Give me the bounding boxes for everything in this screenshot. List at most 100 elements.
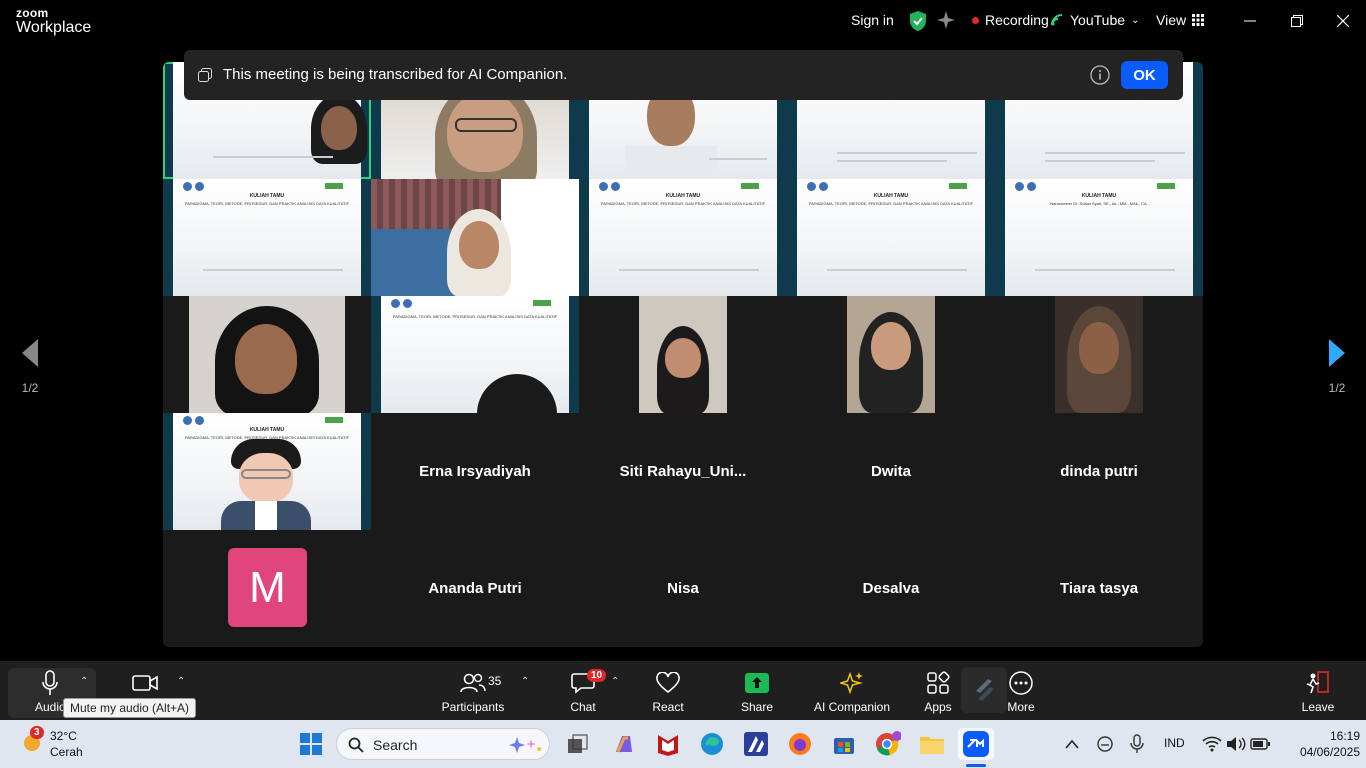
chat-button[interactable]: Chat: [538, 668, 628, 714]
recording-dot-icon: [972, 16, 979, 24]
copy-icon: [198, 68, 212, 82]
view-label: View: [1156, 12, 1187, 28]
keyboard-language[interactable]: IND: [1164, 736, 1185, 750]
participant-tile[interactable]: Siti Rahayu_Uni...: [579, 413, 787, 530]
participants-count: 35: [488, 674, 502, 688]
video-gallery: KULIAH TAMU PARADIGMA, TEORI, METODE, PR…: [163, 62, 1203, 647]
leave-button[interactable]: Leave: [1273, 668, 1363, 714]
previous-page-button[interactable]: 1/2: [10, 338, 50, 395]
logo-bottom-text: Workplace: [16, 19, 92, 36]
slide-title: KULIAH TAMU: [1081, 193, 1117, 199]
participant-tile[interactable]: Ananda Putri: [371, 530, 579, 647]
chat-label: Chat: [570, 700, 596, 714]
chevron-down-icon: ⌄: [1131, 14, 1140, 26]
autocad-icon[interactable]: [742, 730, 770, 758]
weather-temp: 32°C: [50, 729, 77, 743]
microphone-tray-icon[interactable]: [1123, 730, 1151, 758]
mcafee-icon[interactable]: [654, 730, 682, 758]
restore-icon[interactable]: [1285, 10, 1309, 32]
participant-tile[interactable]: KULIAH TAMU PARADIGMA, TEORI, METODE, PR…: [787, 179, 995, 296]
video-options-chevron-icon[interactable]: ⌃: [177, 676, 185, 687]
participant-name: Erna Irsyadiyah: [419, 463, 531, 480]
participant-tile[interactable]: [787, 296, 995, 413]
system-clock[interactable]: 16:19 04/06/2025: [1300, 728, 1360, 760]
network-status-icon[interactable]: [1091, 730, 1119, 758]
participant-tile[interactable]: dinda putri: [995, 413, 1203, 530]
youtube-stream-button[interactable]: YouTube ⌄: [1050, 12, 1139, 28]
participant-tile[interactable]: KULIAH TAMU PARADIGMA, TEORI, METODE, PR…: [579, 179, 787, 296]
participant-tile[interactable]: Dwita: [787, 413, 995, 530]
security-shield-icon[interactable]: [908, 10, 928, 32]
sign-in-link[interactable]: Sign in: [851, 12, 894, 28]
chevron-up-icon[interactable]: [1058, 730, 1086, 758]
heart-icon: [656, 672, 680, 694]
share-screen-icon: [745, 673, 769, 693]
taskbar-search[interactable]: Search: [336, 728, 550, 760]
file-explorer-icon[interactable]: [918, 730, 946, 758]
more-icon: [1009, 671, 1033, 695]
participant-tile[interactable]: [163, 296, 371, 413]
ai-sparkle-icon[interactable]: [936, 10, 956, 30]
task-view-icon[interactable]: [564, 730, 592, 758]
share-label: Share: [740, 700, 774, 714]
participant-tile[interactable]: Tiara tasya: [995, 530, 1203, 647]
copilot-icon[interactable]: [610, 730, 638, 758]
zoom-window: zoom Workplace Sign in Recording YouTube…: [0, 0, 1366, 768]
youtube-label: YouTube: [1070, 12, 1126, 28]
avatar: M: [228, 548, 307, 627]
ai-sparkle-icon: [840, 671, 863, 695]
slide-title: KULIAH TAMU: [873, 193, 909, 199]
firefox-icon[interactable]: [786, 730, 814, 758]
close-icon[interactable]: [1331, 10, 1355, 32]
slide-title: KULIAH TAMU: [249, 427, 285, 433]
participant-tile[interactable]: [371, 179, 579, 296]
ai-companion-label: AI Companion: [813, 700, 891, 714]
chat-options-chevron-icon[interactable]: ⌃: [611, 676, 619, 687]
avatar: [221, 439, 311, 530]
leave-label: Leave: [1301, 700, 1335, 714]
participant-tile[interactable]: KULIAH TAMU PARADIGMA, TEORI, METODE, PR…: [163, 179, 371, 296]
info-icon[interactable]: [1090, 65, 1110, 85]
participant-tile[interactable]: Erna Irsyadiyah: [371, 413, 579, 530]
participant-tile[interactable]: M: [163, 530, 371, 647]
slide-subtitle: PARADIGMA, TEORI, METODE, PROSEDUR, DAN …: [808, 201, 974, 206]
leave-icon: [1306, 671, 1329, 694]
participants-button[interactable]: Participants: [428, 668, 518, 714]
participants-options-chevron-icon[interactable]: ⌃: [521, 676, 529, 687]
edge-browser-icon[interactable]: [698, 730, 726, 758]
participant-tile[interactable]: Nisa: [579, 530, 787, 647]
participant-tile[interactable]: PARADIGMA, TEORI, METODE, PROSEDUR, DAN …: [371, 296, 579, 413]
more-label: More: [1007, 700, 1035, 714]
video-camera-icon: [132, 675, 158, 691]
participant-tile[interactable]: Desalva: [787, 530, 995, 647]
recording-indicator[interactable]: Recording: [972, 12, 1049, 28]
share-button[interactable]: Share: [712, 668, 802, 714]
ai-companion-button[interactable]: AI Companion: [807, 668, 897, 714]
ok-button[interactable]: OK: [1121, 61, 1168, 89]
sign-in-label: Sign in: [851, 12, 894, 28]
zoom-taskbar-icon[interactable]: [958, 728, 994, 760]
windows-start-icon[interactable]: [297, 730, 325, 758]
battery-icon[interactable]: [1246, 730, 1274, 758]
participant-tile[interactable]: KULIAH TAMU Narasumber Dr. Sultan Syah, …: [995, 179, 1203, 296]
participant-name: Dwita: [870, 463, 911, 480]
participant-tile[interactable]: [579, 296, 787, 413]
search-placeholder: Search: [373, 737, 418, 753]
microsoft-store-icon[interactable]: [830, 730, 858, 758]
active-app-indicator: [966, 764, 986, 767]
participant-tile[interactable]: [995, 296, 1203, 413]
chrome-icon[interactable]: [874, 730, 902, 758]
minimize-icon[interactable]: [1238, 10, 1262, 32]
react-button[interactable]: React: [623, 668, 713, 714]
apps-icon: [927, 671, 950, 694]
zoom-logo: zoom Workplace: [16, 7, 91, 36]
view-button[interactable]: View: [1156, 12, 1205, 28]
participant-name: Tiara tasya: [1059, 580, 1139, 597]
windows-taskbar: 3 32°C Cerah Search IND 16:19 04/06/2025: [0, 720, 1366, 768]
weather-desc: Cerah: [50, 745, 83, 759]
more-button[interactable]: More: [976, 668, 1066, 714]
audio-options-chevron-icon[interactable]: ⌃: [80, 676, 88, 687]
participant-name: Siti Rahayu_Uni...: [619, 463, 747, 480]
next-page-button[interactable]: 1/2: [1317, 338, 1357, 395]
participant-tile[interactable]: KULIAH TAMU PARADIGMA, TEORI, METODE, PR…: [163, 413, 371, 530]
